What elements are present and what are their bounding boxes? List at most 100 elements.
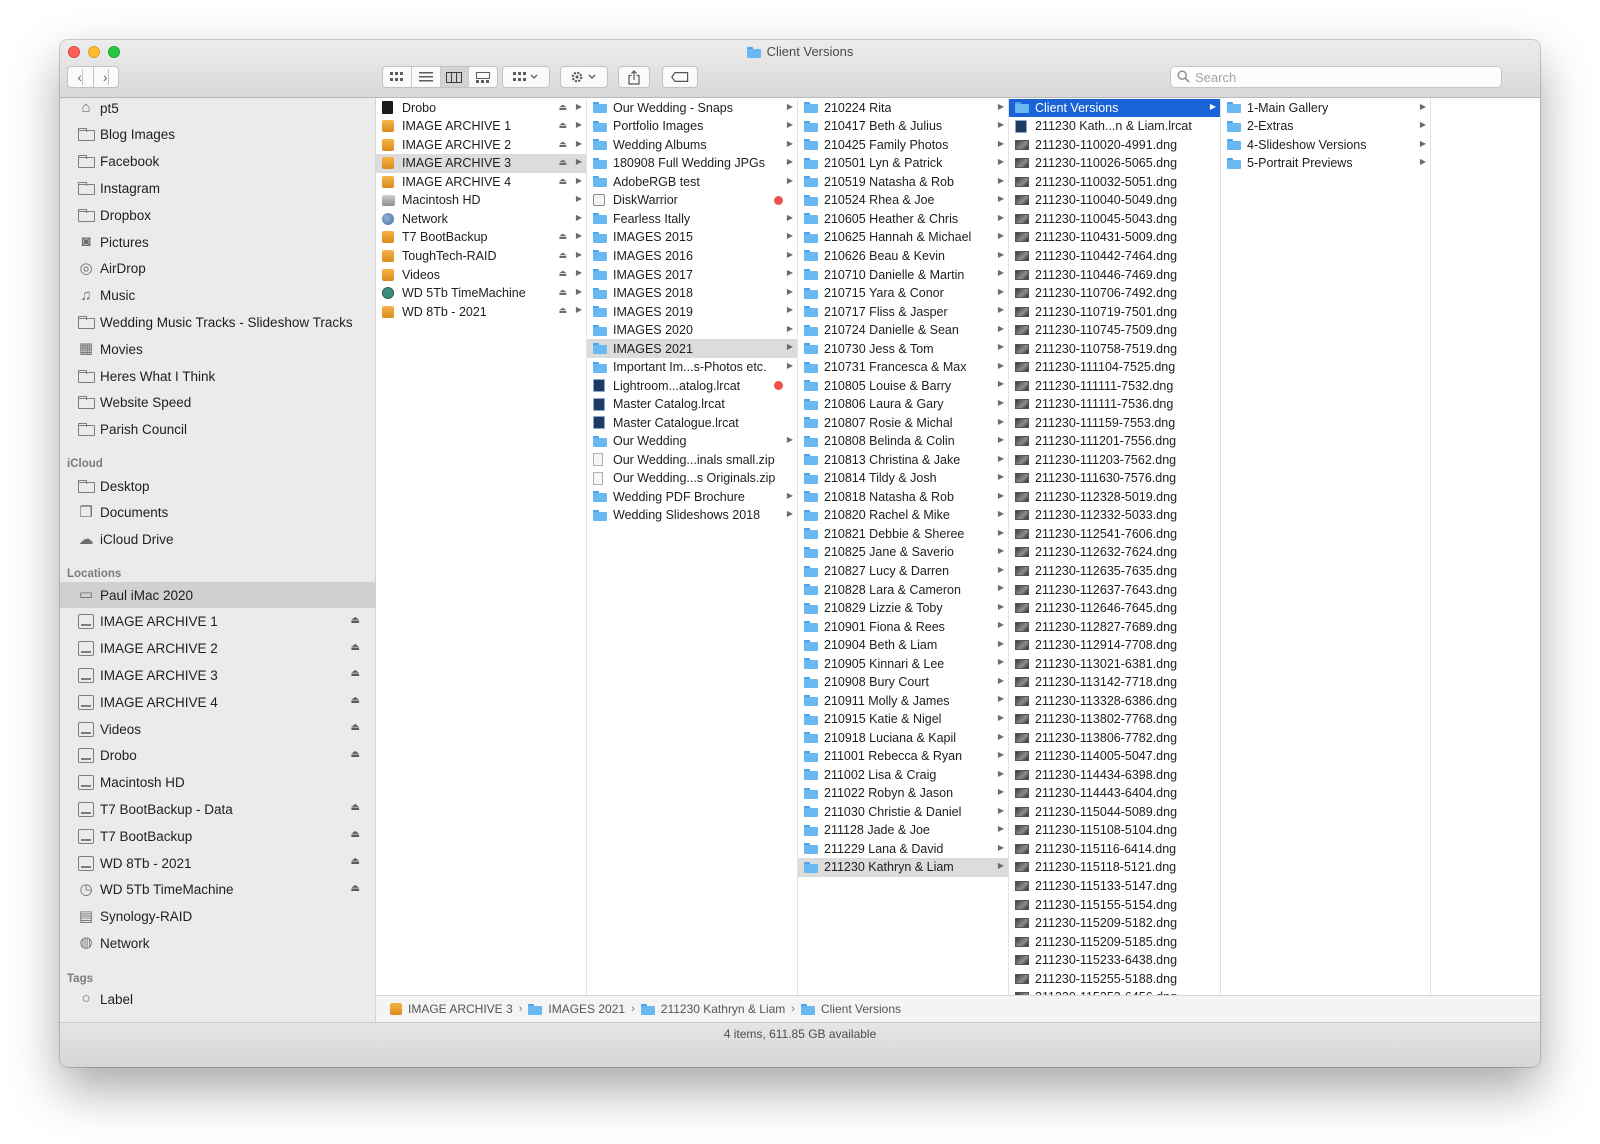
list-item[interactable]: 211230-110020-4991.dng bbox=[1009, 136, 1220, 155]
list-item[interactable]: 210425 Family Photos ▶ bbox=[798, 136, 1008, 155]
list-item[interactable]: 211230-112328-5019.dng bbox=[1009, 488, 1220, 507]
eject-icon[interactable]: ⏏ bbox=[558, 305, 567, 316]
sidebar-item-macintosh-hd[interactable]: Macintosh HD bbox=[60, 770, 375, 796]
list-item[interactable]: 210717 Fliss & Jasper ▶ bbox=[798, 302, 1008, 321]
list-item[interactable]: 211230-110040-5049.dng bbox=[1009, 191, 1220, 210]
forward-button[interactable]: › bbox=[94, 67, 119, 87]
list-item[interactable]: Master Catalog.lrcat bbox=[587, 395, 797, 414]
list-item[interactable]: 211230-112637-7643.dng bbox=[1009, 580, 1220, 599]
list-item[interactable]: 2-Extras ▶ bbox=[1221, 117, 1430, 136]
sidebar-item-desktop[interactable]: Desktop bbox=[60, 473, 375, 499]
list-item[interactable]: 4-Slideshow Versions ▶ bbox=[1221, 136, 1430, 155]
list-item[interactable]: IMAGE ARCHIVE 2 ⏏ ▶ bbox=[376, 136, 586, 155]
eject-icon[interactable]: ⏏ bbox=[351, 749, 360, 760]
list-item[interactable]: 210904 Beth & Liam ▶ bbox=[798, 636, 1008, 655]
list-item[interactable]: 211128 Jade & Joe ▶ bbox=[798, 821, 1008, 840]
eject-icon[interactable]: ⏏ bbox=[558, 120, 567, 131]
list-item[interactable]: 211230-111203-7562.dng bbox=[1009, 451, 1220, 470]
list-item[interactable]: 210825 Jane & Saverio ▶ bbox=[798, 543, 1008, 562]
list-item[interactable]: Wedding Albums ▶ bbox=[587, 136, 797, 155]
list-item[interactable]: 211230-110032-5051.dng bbox=[1009, 173, 1220, 192]
path-segment-images-2021[interactable]: IMAGES 2021 bbox=[528, 1002, 625, 1016]
list-item[interactable]: 210827 Lucy & Darren ▶ bbox=[798, 562, 1008, 581]
share-button[interactable] bbox=[618, 66, 650, 88]
sidebar-item-t7-bootbackup-data[interactable]: T7 BootBackup - Data ⏏ bbox=[60, 796, 375, 822]
eject-icon[interactable]: ⏏ bbox=[558, 231, 567, 242]
eject-icon[interactable]: ⏏ bbox=[558, 102, 567, 113]
list-item[interactable]: 210417 Beth & Julius ▶ bbox=[798, 117, 1008, 136]
sidebar-item-paul-imac-2020[interactable]: ▭ Paul iMac 2020 bbox=[60, 582, 375, 608]
sidebar-item-movies[interactable]: ▦ Movies bbox=[60, 336, 375, 362]
list-item[interactable]: IMAGES 2021 ▶ bbox=[587, 339, 797, 358]
sidebar-item-parish-council[interactable]: Parish Council bbox=[60, 417, 375, 443]
list-item[interactable]: T7 BootBackup ⏏ ▶ bbox=[376, 228, 586, 247]
sidebar-item-blog-images[interactable]: Blog Images bbox=[60, 122, 375, 148]
list-item[interactable]: 211230-110431-5009.dng bbox=[1009, 228, 1220, 247]
list-item[interactable]: 210626 Beau & Kevin ▶ bbox=[798, 247, 1008, 266]
list-item[interactable]: 210724 Danielle & Sean ▶ bbox=[798, 321, 1008, 340]
list-item[interactable]: 211230-115209-5182.dng bbox=[1009, 914, 1220, 933]
list-item[interactable]: 210807 Rosie & Michal ▶ bbox=[798, 414, 1008, 433]
sidebar-item-image-archive-1[interactable]: IMAGE ARCHIVE 1 ⏏ bbox=[60, 609, 375, 635]
list-item[interactable]: 211230-114434-6398.dng bbox=[1009, 766, 1220, 785]
sidebar-item-facebook[interactable]: Facebook bbox=[60, 149, 375, 175]
list-item[interactable]: DiskWarrior bbox=[587, 191, 797, 210]
group-by-button[interactable] bbox=[502, 66, 550, 88]
list-item[interactable]: 210821 Debbie & Sheree ▶ bbox=[798, 525, 1008, 544]
eject-icon[interactable]: ⏏ bbox=[351, 615, 360, 626]
back-button[interactable]: ‹ bbox=[68, 67, 94, 87]
list-item[interactable]: 211230 Kathryn & Liam ▶ bbox=[798, 858, 1008, 877]
sidebar-item-pt5[interactable]: ⌂ pt5 bbox=[60, 98, 375, 121]
list-item[interactable]: 211230-110745-7509.dng bbox=[1009, 321, 1220, 340]
browser-column-4[interactable]: Client Versions ▶ 211230 Kath...n & Liam.l… bbox=[1009, 98, 1221, 995]
list-item[interactable]: Master Catalogue.lrcat bbox=[587, 414, 797, 433]
list-item[interactable]: 211001 Rebecca & Ryan ▶ bbox=[798, 747, 1008, 766]
list-item[interactable]: 5-Portrait Previews ▶ bbox=[1221, 154, 1430, 173]
sidebar-item-pictures[interactable]: ◙ Pictures bbox=[60, 229, 375, 255]
list-item[interactable]: 210820 Rachel & Mike ▶ bbox=[798, 506, 1008, 525]
sidebar-item-airdrop[interactable]: ◎ AirDrop bbox=[60, 256, 375, 282]
list-item[interactable]: 210818 Natasha & Rob ▶ bbox=[798, 488, 1008, 507]
list-item[interactable]: 210911 Molly & James ▶ bbox=[798, 691, 1008, 710]
list-item[interactable]: 211230-110026-5065.dng bbox=[1009, 154, 1220, 173]
list-item[interactable]: IMAGES 2015 ▶ bbox=[587, 228, 797, 247]
list-item[interactable]: 211230-112632-7624.dng bbox=[1009, 543, 1220, 562]
list-item[interactable]: 211230-112827-7689.dng bbox=[1009, 617, 1220, 636]
list-item[interactable]: Wedding PDF Brochure ▶ bbox=[587, 488, 797, 507]
list-item[interactable]: ToughTech-RAID ⏏ ▶ bbox=[376, 247, 586, 266]
sidebar-item-wedding-music-tracks-slideshow-tracks[interactable]: Wedding Music Tracks - Slideshow Tracks bbox=[60, 309, 375, 335]
eject-icon[interactable]: ⏏ bbox=[558, 287, 567, 298]
list-item[interactable]: Our Wedding - Snaps ▶ bbox=[587, 99, 797, 118]
browser-column-3[interactable]: 210224 Rita ▶ 210417 Beth & Julius ▶ 210425 … bbox=[798, 98, 1009, 995]
list-item[interactable]: Macintosh HD ▶ bbox=[376, 191, 586, 210]
list-item[interactable]: 210905 Kinnari & Lee ▶ bbox=[798, 654, 1008, 673]
list-item[interactable]: 211230-110446-7469.dng bbox=[1009, 265, 1220, 284]
path-segment-client-versions[interactable]: Client Versions bbox=[800, 1002, 901, 1016]
list-item[interactable]: 210625 Hannah & Michael ▶ bbox=[798, 228, 1008, 247]
sidebar-item-image-archive-2[interactable]: IMAGE ARCHIVE 2 ⏏ bbox=[60, 636, 375, 662]
list-item[interactable]: 211230-111201-7556.dng bbox=[1009, 432, 1220, 451]
list-item[interactable]: 211230-115116-6414.dng bbox=[1009, 840, 1220, 859]
list-item[interactable]: 211230-113806-7782.dng bbox=[1009, 729, 1220, 748]
eject-icon[interactable]: ⏏ bbox=[558, 176, 567, 187]
eject-icon[interactable]: ⏏ bbox=[351, 642, 360, 653]
browser-column-1[interactable]: Drobo ⏏ ▶ IMAGE ARCHIVE 1 ⏏ ▶ IMAGE ARCHIVE 2 ⏏… bbox=[376, 98, 587, 995]
list-item[interactable]: Videos ⏏ ▶ bbox=[376, 265, 586, 284]
list-item[interactable]: 210224 Rita ▶ bbox=[798, 99, 1008, 118]
eject-icon[interactable]: ⏏ bbox=[351, 695, 360, 706]
list-item[interactable]: Network ▶ bbox=[376, 210, 586, 229]
list-item[interactable]: 210710 Danielle & Martin ▶ bbox=[798, 265, 1008, 284]
list-item[interactable]: Our Wedding...s Originals.zip bbox=[587, 469, 797, 488]
sidebar-item-t7-bootbackup[interactable]: T7 BootBackup ⏏ bbox=[60, 823, 375, 849]
list-item[interactable]: Client Versions ▶ bbox=[1009, 98, 1220, 117]
sidebar-item-icloud-drive[interactable]: ☁ iCloud Drive bbox=[60, 527, 375, 553]
sidebar-item-wd-8tb-2021[interactable]: WD 8Tb - 2021 ⏏ bbox=[60, 850, 375, 876]
list-item[interactable]: 210805 Louise & Barry ▶ bbox=[798, 376, 1008, 395]
sidebar-item-wd-5tb-timemachine[interactable]: ◷ WD 5Tb TimeMachine ⏏ bbox=[60, 877, 375, 903]
list-item[interactable]: Wedding Slideshows 2018 ▶ bbox=[587, 506, 797, 525]
eject-icon[interactable]: ⏏ bbox=[351, 802, 360, 813]
list-item[interactable]: 211230-110719-7501.dng bbox=[1009, 302, 1220, 321]
eject-icon[interactable]: ⏏ bbox=[558, 268, 567, 279]
list-item[interactable]: 211230-115155-5154.dng bbox=[1009, 895, 1220, 914]
sidebar-item-videos[interactable]: Videos ⏏ bbox=[60, 716, 375, 742]
